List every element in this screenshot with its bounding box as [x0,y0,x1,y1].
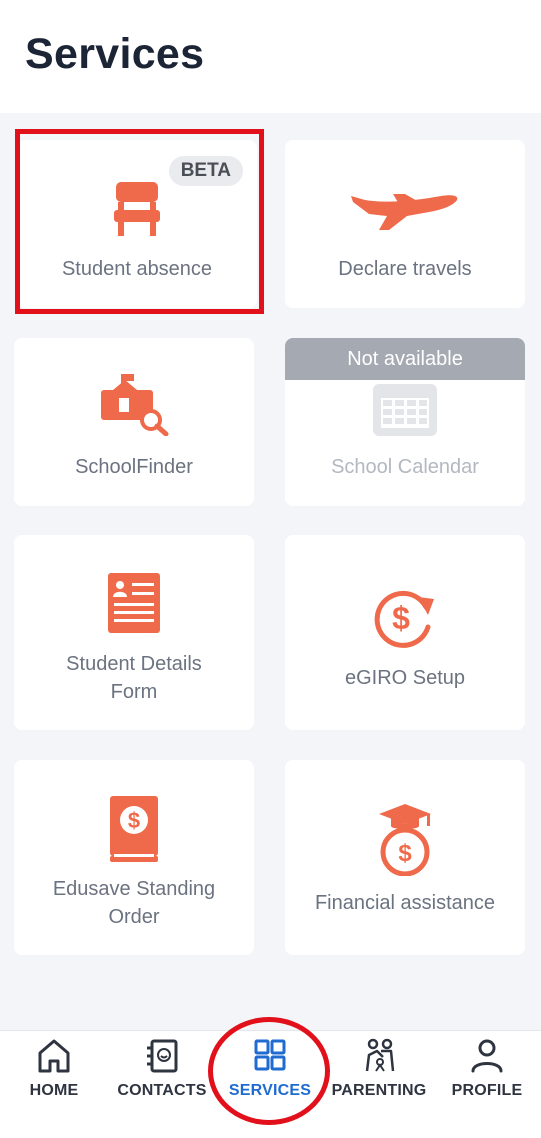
service-label-line1: Student Details [66,653,202,675]
graduation-money-bag-icon: $ [379,804,431,876]
nav-item-home[interactable]: HOME [0,1031,108,1138]
school-search-icon [101,374,169,436]
home-icon [38,1039,70,1073]
nav-item-profile[interactable]: PROFILE [433,1031,541,1138]
nav-item-parenting[interactable]: PARENTING [325,1031,433,1138]
service-card-declare-travels[interactable]: Declare travels [285,140,525,308]
contacts-icon [147,1039,178,1073]
nav-item-services[interactable]: SERVICES [216,1031,324,1138]
calendar-icon [373,384,437,436]
nav-label: PROFILE [451,1082,523,1099]
service-label: SchoolFinder [75,456,193,478]
airplane-icon [351,194,458,230]
service-label-line2: Form [110,681,158,703]
parenting-icon [365,1038,395,1072]
service-card-financial-assistance[interactable]: $ Financial assistance [285,760,525,955]
nav-label: HOME [29,1082,79,1099]
dollar-refresh-icon: $ [374,590,434,648]
nav-item-contacts[interactable]: CONTACTS [108,1031,216,1138]
chair-icon [114,182,160,236]
nav-label: SERVICES [228,1082,312,1099]
service-card-school-calendar: Not available School Calendar [285,338,525,506]
service-label: eGIRO Setup [344,667,466,689]
svg-text:$: $ [398,840,412,867]
grid-icon [254,1039,286,1071]
service-label-line1: Edusave Standing [52,878,216,900]
nav-label: PARENTING [331,1082,427,1099]
service-label-line2: Order [108,906,160,928]
service-card-edusave-standing-order[interactable]: $ Edusave Standing Order [14,760,254,955]
svg-text:$: $ [128,808,140,833]
service-card-student-absence[interactable]: BETA Student absence [17,140,257,308]
dollar-book-icon: $ [110,796,158,862]
person-icon [471,1039,503,1073]
service-label: Student absence [61,258,213,280]
header: Services [0,0,541,113]
service-label: Declare travels [338,258,472,280]
service-label: School Calendar [331,456,479,478]
beta-badge: BETA [168,156,243,186]
service-card-egiro-setup[interactable]: $ eGIRO Setup [285,535,525,730]
svg-text:$: $ [392,600,410,636]
bottom-nav: HOME CONTACTS SERVICES PARENTING PROFILE [0,1030,541,1138]
form-icon [108,573,160,633]
service-card-schoolfinder[interactable]: SchoolFinder [14,338,254,506]
nav-label: CONTACTS [117,1082,207,1099]
not-available-banner: Not available [285,338,525,380]
service-label: Financial assistance [314,892,496,914]
service-card-student-details-form[interactable]: Student Details Form [14,535,254,730]
page-title: Services [25,30,205,78]
